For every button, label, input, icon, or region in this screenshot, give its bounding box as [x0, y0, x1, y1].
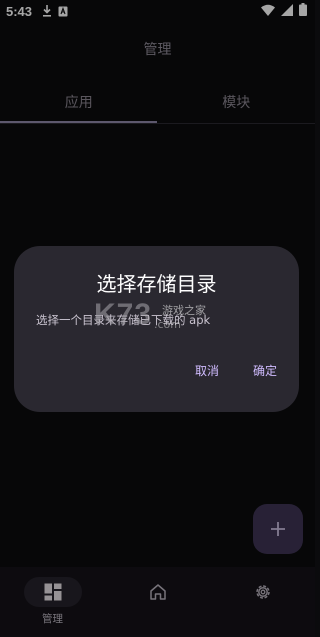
watermark-logo: K73 游戏之家 .com	[94, 298, 234, 332]
dialog-actions: 取消 确定	[195, 362, 277, 379]
dialog-title: 选择存储目录	[96, 272, 217, 296]
cancel-button[interactable]: 取消	[195, 362, 219, 379]
watermark-tagline: 游戏之家	[162, 304, 206, 317]
watermark-domain: .com	[154, 318, 181, 331]
watermark-brand: K73	[94, 298, 153, 331]
confirm-button[interactable]: 确定	[253, 362, 277, 379]
